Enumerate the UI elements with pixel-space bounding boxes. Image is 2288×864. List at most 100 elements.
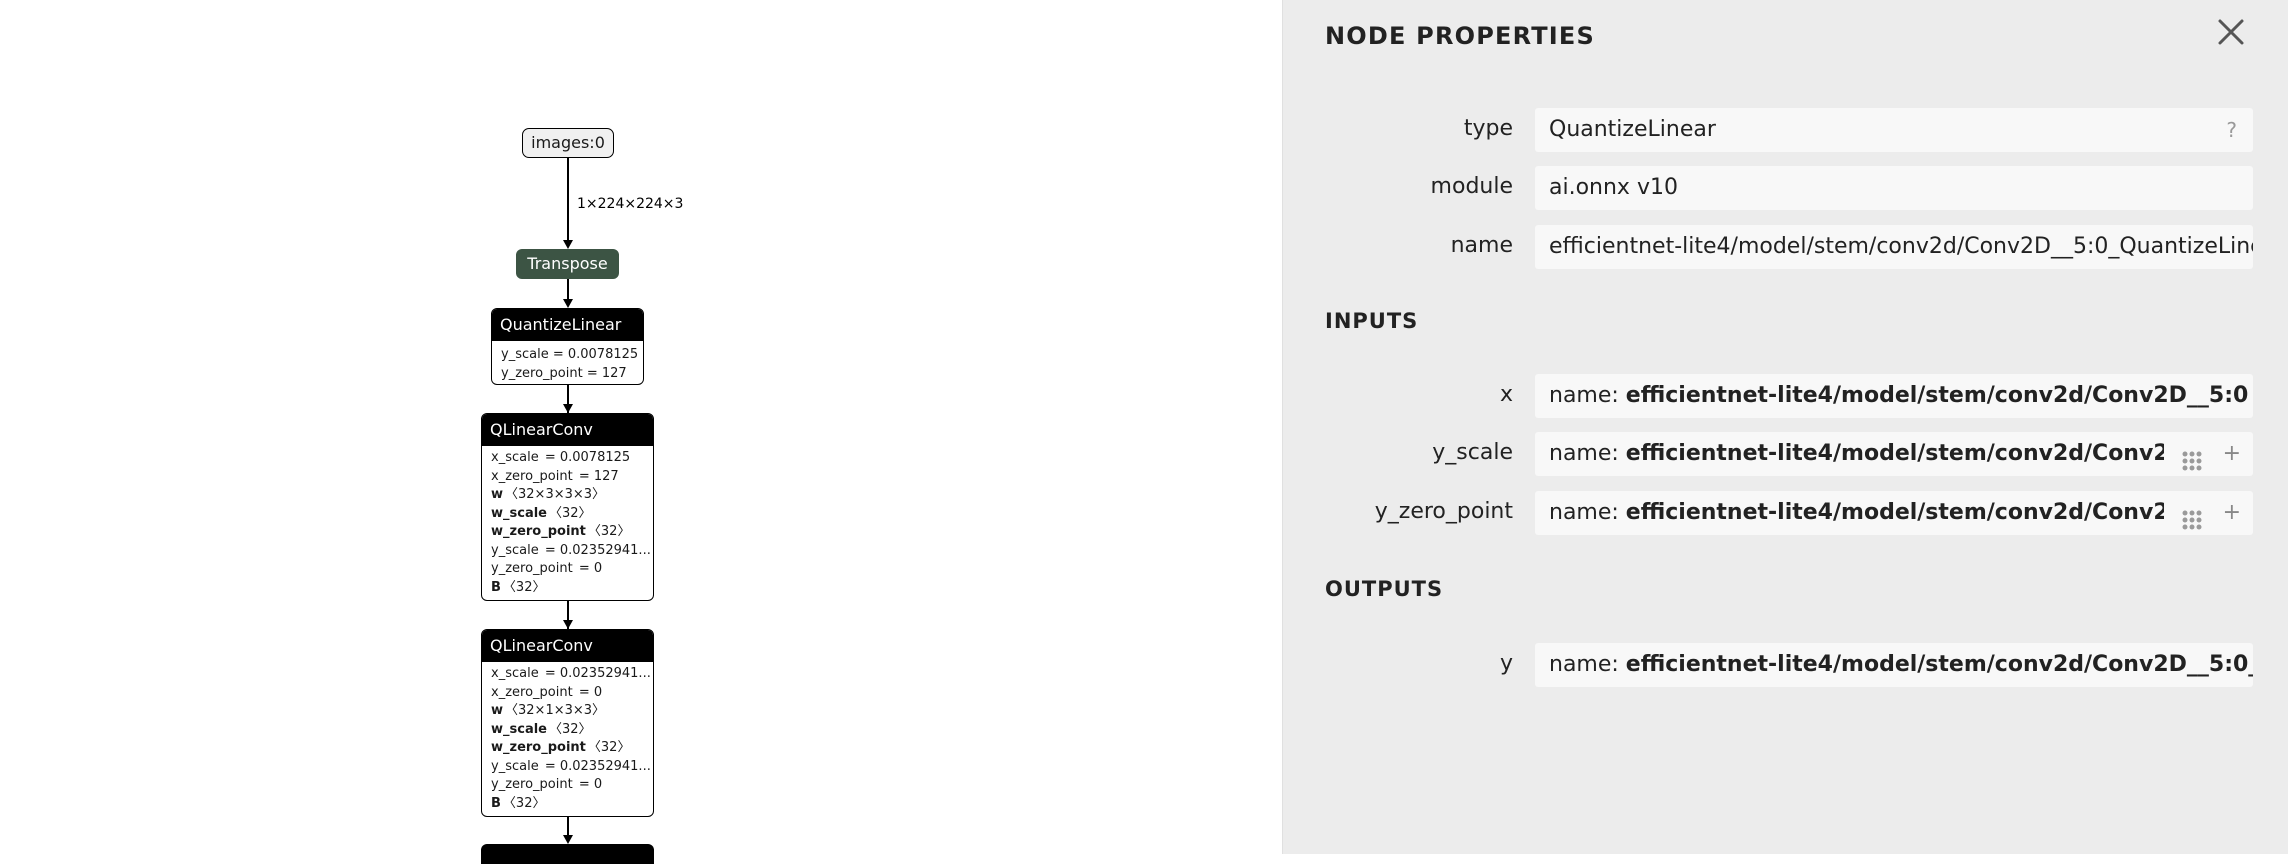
attribute-name: x_scale	[491, 450, 539, 465]
attribute-value: = 0.0078125	[540, 450, 631, 465]
input-value-y-zero-point[interactable]: name: efficientnet-lite4/model/stem/conv…	[1535, 491, 2253, 535]
property-label-module: module	[1430, 174, 1513, 199]
attribute-name: w_zero_point	[491, 740, 586, 755]
edge-shape-label: 1×224×224×3	[577, 196, 684, 212]
node-attribute: y_zero_point = 0	[491, 560, 644, 579]
node-attribute: y_zero_point = 0	[491, 776, 644, 795]
node-attribute: w_zero_point 〈32〉	[491, 523, 644, 542]
qlinearconv-node[interactable]: QLinearConv x_scale = 0.02352941... x_zer…	[481, 629, 654, 817]
edge-arrow	[563, 620, 573, 629]
property-label-type: type	[1463, 116, 1513, 141]
output-label-y: y	[1499, 651, 1513, 676]
next-node-partial[interactable]	[481, 844, 654, 864]
tensor-grid-icon[interactable]	[2181, 444, 2203, 471]
input-prefix: name:	[1549, 500, 1626, 525]
attribute-value: = 0	[574, 777, 603, 792]
input-name: efficientnet-lite4/model/stem/conv2d/Con…	[1625, 500, 2164, 525]
property-name-text: efficientnet-lite4/model/stem/conv2d/Con…	[1549, 234, 2253, 259]
attribute-name: w	[491, 487, 504, 502]
attribute-value: 〈32〉	[502, 579, 546, 595]
node-attribute: B 〈32〉	[491, 795, 644, 814]
property-value-name[interactable]: efficientnet-lite4/model/stem/conv2d/Con…	[1535, 225, 2253, 269]
transpose-label: Transpose	[527, 254, 608, 273]
node-attribute: B 〈32〉	[491, 579, 644, 598]
transpose-node[interactable]: Transpose	[516, 249, 619, 279]
input-prefix: name:	[1549, 383, 1626, 408]
node-attribute: w_scale 〈32〉	[491, 505, 644, 524]
input-value-y-scale[interactable]: name: efficientnet-lite4/model/stem/conv…	[1535, 432, 2253, 476]
output-name: efficientnet-lite4/model/stem/conv2d/Con…	[1625, 652, 2253, 677]
graph-input-label: images:0	[531, 133, 605, 152]
edge-arrow	[563, 240, 573, 249]
node-properties-sidebar: NODE PROPERTIES type QuantizeLinear ? mo…	[1282, 0, 2288, 854]
attribute-value: 〈32〉	[549, 505, 592, 521]
attribute-value: = 0	[574, 561, 603, 576]
attribute-value: 〈32〉	[587, 740, 631, 755]
node-attribute: w 〈32×3×3×3〉	[491, 486, 644, 505]
graph-input-node[interactable]: images:0	[522, 128, 614, 158]
node-attribute: w_zero_point 〈32〉	[491, 739, 644, 758]
node-attribute: w_scale 〈32〉	[491, 721, 644, 740]
attribute-value: 〈32〉	[549, 721, 592, 737]
expand-plus-icon[interactable]: +	[2223, 491, 2241, 535]
edge-arrow	[563, 404, 573, 413]
attribute-name: B	[491, 795, 501, 811]
quantize-linear-title: QuantizeLinear	[492, 309, 643, 341]
node-attribute: x_scale = 0.02352941...	[491, 665, 651, 684]
help-icon[interactable]: ?	[2226, 108, 2237, 152]
attribute-name: y_scale	[491, 758, 539, 774]
property-label-name: name	[1450, 233, 1513, 258]
expand-plus-icon[interactable]: +	[2223, 432, 2241, 476]
input-label-y-scale: y_scale	[1432, 440, 1513, 465]
input-value-x[interactable]: name: efficientnet-lite4/model/stem/conv…	[1535, 374, 2253, 418]
node-attribute: y_zero_point = 127	[501, 365, 627, 381]
property-value-type[interactable]: QuantizeLinear ?	[1535, 108, 2253, 152]
attribute-value: = 0	[574, 684, 603, 700]
attribute-value: 〈32〉	[587, 524, 631, 539]
attribute-value: = 0.02352941...	[540, 666, 651, 681]
attribute-value: 〈32×1×3×3〉	[505, 703, 606, 718]
quantize-linear-node[interactable]: QuantizeLinear y_scale = 0.0078125 y_zer…	[491, 308, 644, 385]
node-attribute: y_scale = 0.02352941...	[491, 542, 651, 561]
property-module-text: ai.onnx v10	[1549, 175, 1678, 200]
node-attribute: y_scale = 0.0078125	[501, 347, 639, 362]
input-name: efficientnet-lite4/model/stem/conv2d/Con…	[1625, 383, 2249, 408]
output-prefix: name:	[1549, 652, 1626, 677]
node-attribute: y_scale = 0.02352941...	[491, 758, 651, 777]
close-icon[interactable]	[2215, 16, 2247, 48]
sidebar-title: NODE PROPERTIES	[1325, 22, 1595, 50]
attribute-value: = 0.02352941...	[540, 542, 651, 558]
qlinearconv-node[interactable]: QLinearConv x_scale = 0.0078125 x_zero_po…	[481, 413, 654, 601]
attribute-value: 〈32×3×3×3〉	[505, 487, 606, 502]
outputs-section-title: OUTPUTS	[1325, 577, 1444, 601]
attribute-value: 〈32〉	[502, 795, 546, 811]
qlinearconv-title: QLinearConv	[482, 630, 653, 662]
attribute-name: x_zero_point	[491, 468, 573, 484]
attribute-name: w	[491, 703, 504, 718]
attribute-name: w_zero_point	[491, 524, 586, 539]
property-type-text: QuantizeLinear	[1549, 117, 1716, 142]
input-name: efficientnet-lite4/model/stem/conv2d/Con…	[1625, 441, 2164, 466]
node-attribute: x_zero_point = 0	[491, 684, 644, 703]
tensor-grid-icon[interactable]	[2181, 503, 2203, 530]
node-attribute: w 〈32×1×3×3〉	[491, 702, 644, 721]
node-attribute: x_scale = 0.0078125	[491, 449, 644, 468]
attribute-name: B	[491, 579, 501, 595]
input-prefix: name:	[1549, 441, 1626, 466]
input-label-x: x	[1499, 382, 1513, 407]
property-value-module[interactable]: ai.onnx v10	[1535, 166, 2253, 210]
output-value-y[interactable]: name: efficientnet-lite4/model/stem/conv…	[1535, 643, 2253, 687]
attribute-name: w_scale	[491, 721, 547, 737]
node-attribute: x_zero_point = 127	[491, 468, 644, 487]
attribute-name: y_zero_point	[491, 561, 573, 576]
edge-arrow	[563, 835, 573, 844]
edge-arrow	[563, 299, 573, 308]
edge-input-transpose	[567, 158, 569, 241]
graph-canvas[interactable]: images:0 1×224×224×3 Transpose QuantizeL…	[0, 0, 1282, 864]
attribute-name: y_zero_point	[491, 777, 573, 792]
attribute-value: = 0.02352941...	[540, 758, 651, 774]
edge-transpose-quantize	[567, 279, 569, 300]
attribute-name: x_zero_point	[491, 684, 573, 700]
inputs-section-title: INPUTS	[1325, 309, 1419, 333]
attribute-name: y_scale	[491, 542, 539, 558]
